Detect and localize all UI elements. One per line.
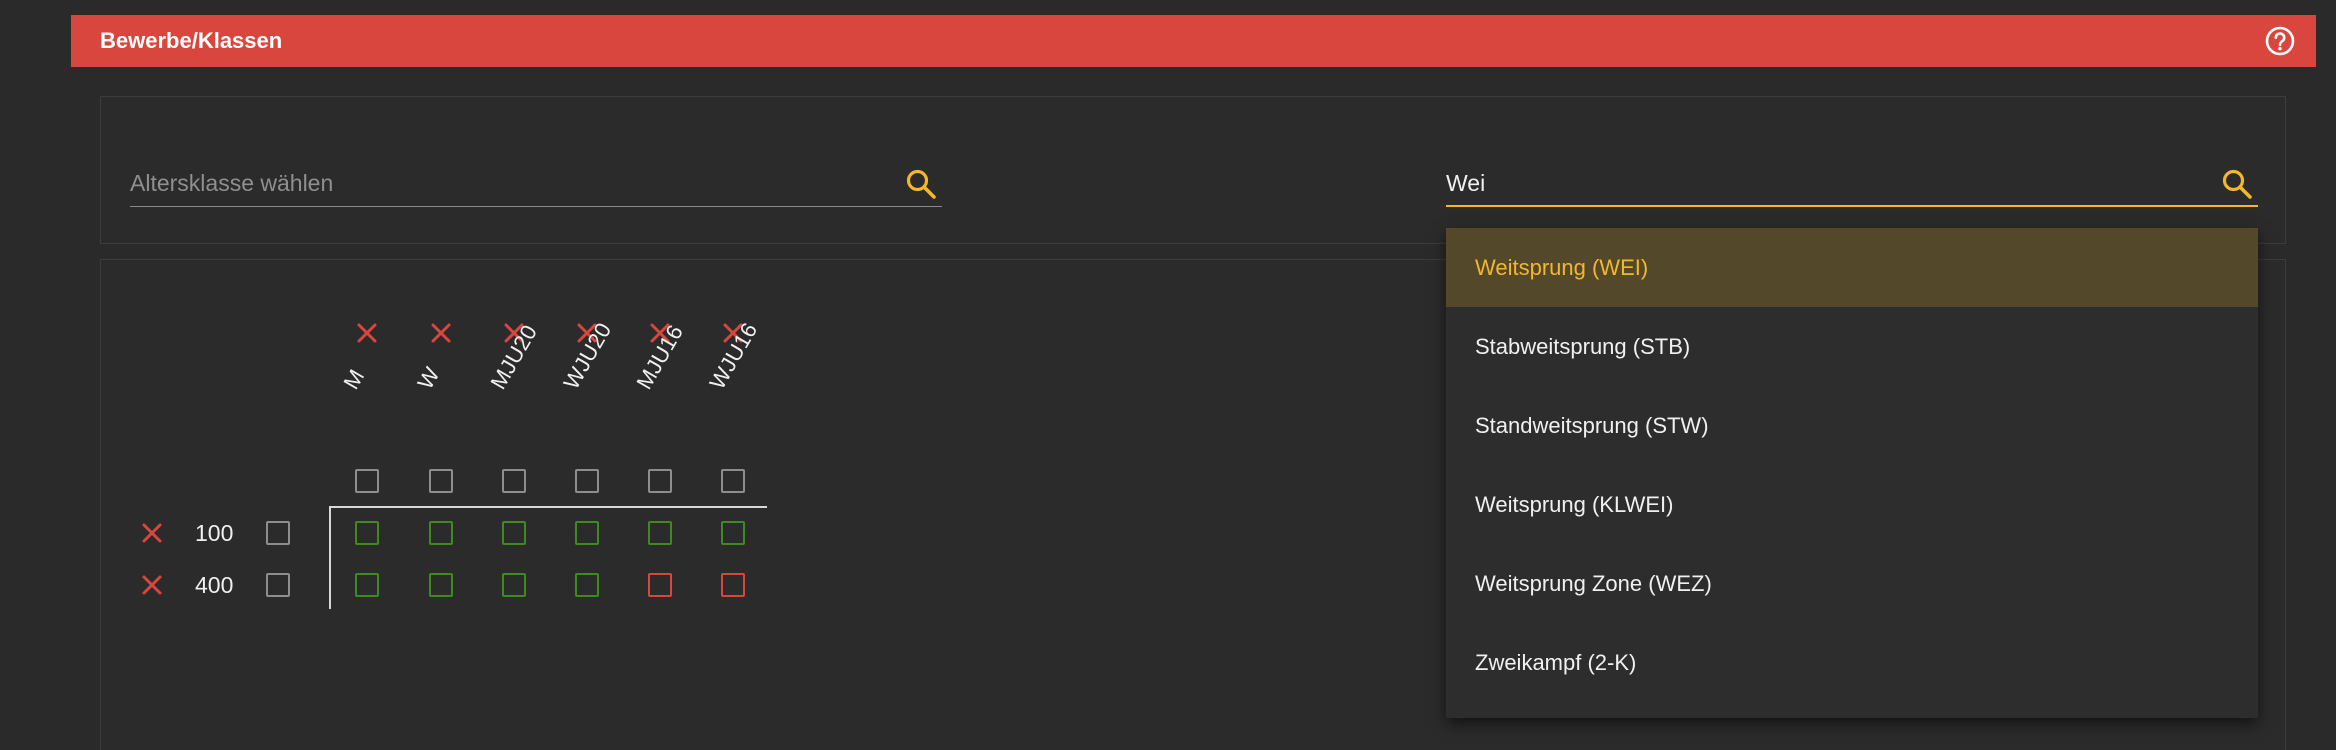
- matrix-cell-checkbox[interactable]: [502, 521, 526, 545]
- matrix-cell-checkbox[interactable]: [721, 573, 745, 597]
- help-icon[interactable]: [2264, 25, 2296, 57]
- discipline-dropdown: Weitsprung (WEI) Stabweitsprung (STB) Stan…: [1446, 228, 2258, 718]
- dropdown-option[interactable]: Weitsprung (WEI): [1446, 228, 2258, 307]
- dropdown-option[interactable]: Zweikampf (2-K): [1446, 623, 2258, 702]
- matrix-cell-checkbox[interactable]: [648, 521, 672, 545]
- matrix-cell-checkbox[interactable]: [721, 521, 745, 545]
- matrix-cell-checkbox[interactable]: [429, 573, 453, 597]
- column-header-label: M: [338, 365, 370, 394]
- column-header-label: WJU16: [704, 318, 763, 394]
- column-select-checkbox[interactable]: [575, 469, 599, 493]
- row-label: 400: [195, 572, 234, 598]
- row-label: 100: [195, 520, 234, 546]
- column-select-checkbox[interactable]: [355, 469, 379, 493]
- matrix-cell-checkbox[interactable]: [355, 573, 379, 597]
- dropdown-option[interactable]: Weitsprung (KLWEI): [1446, 465, 2258, 544]
- matrix-cell-checkbox[interactable]: [502, 573, 526, 597]
- column-header-label: MJU16: [631, 320, 688, 394]
- age-class-input[interactable]: [130, 169, 870, 197]
- column-header-label: WJU20: [558, 318, 617, 394]
- column-header-label: MJU20: [485, 320, 542, 394]
- dropdown-option[interactable]: Weitsprung Zone (WEZ): [1446, 544, 2258, 623]
- search-icon[interactable]: [2220, 167, 2254, 201]
- age-class-field: [130, 157, 942, 207]
- dropdown-option[interactable]: Standweitsprung (STW): [1446, 386, 2258, 465]
- matrix-cell-checkbox[interactable]: [575, 521, 599, 545]
- matrix-cell-checkbox[interactable]: [648, 573, 672, 597]
- column-select-checkbox[interactable]: [648, 469, 672, 493]
- matrix-divider-vertical: [329, 507, 331, 609]
- section-title: Bewerbe/Klassen: [100, 28, 283, 53]
- matrix-divider-horizontal: [329, 506, 767, 508]
- discipline-input[interactable]: [1446, 169, 2186, 197]
- column-select-checkbox[interactable]: [502, 469, 526, 493]
- column-select-checkbox[interactable]: [721, 469, 745, 493]
- remove-row-icon[interactable]: [139, 572, 165, 598]
- discipline-field: [1446, 157, 2258, 207]
- remove-column-icon[interactable]: [354, 320, 380, 346]
- matrix-cell-checkbox[interactable]: [355, 521, 379, 545]
- search-icon[interactable]: [904, 167, 938, 201]
- matrix-cell-checkbox[interactable]: [429, 521, 453, 545]
- matrix-cell-checkbox[interactable]: [575, 573, 599, 597]
- row-select-checkbox[interactable]: [266, 573, 290, 597]
- remove-column-icon[interactable]: [428, 320, 454, 346]
- column-select-checkbox[interactable]: [429, 469, 453, 493]
- column-header-label: W: [412, 363, 445, 394]
- row-select-checkbox[interactable]: [266, 521, 290, 545]
- section-header: Bewerbe/Klassen: [71, 15, 2316, 67]
- remove-row-icon[interactable]: [139, 520, 165, 546]
- dropdown-option[interactable]: Stabweitsprung (STB): [1446, 307, 2258, 386]
- search-panel: [100, 96, 2286, 244]
